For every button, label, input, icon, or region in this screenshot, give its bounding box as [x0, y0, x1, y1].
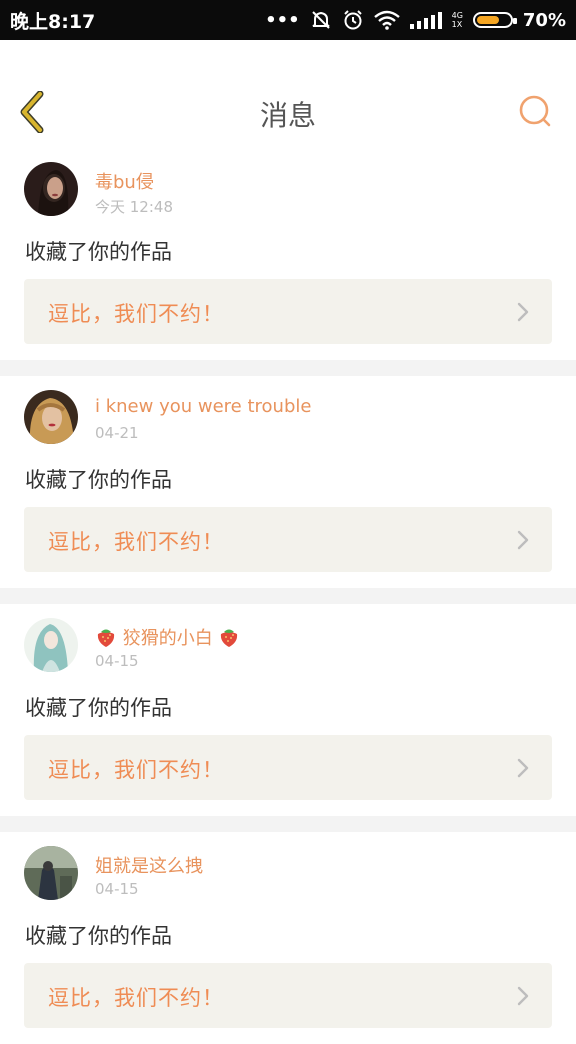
- message-time: 04-15: [95, 880, 139, 898]
- battery-level: [476, 16, 499, 24]
- avatar[interactable]: [24, 390, 78, 444]
- search-button[interactable]: [518, 94, 554, 130]
- work-title: 逗比，我们不约！: [48, 302, 224, 326]
- header: 消息: [0, 40, 576, 188]
- avatar[interactable]: [24, 162, 78, 216]
- list-item: 毒bu侵 今天 12:48 收藏了你的作品 逗比，我们不约！: [0, 148, 576, 360]
- battery-icon: [472, 12, 517, 28]
- message-time: 04-21: [95, 424, 139, 442]
- message-action: 收藏了你的作品: [25, 468, 172, 492]
- message-time: 今天 12:48: [95, 198, 173, 216]
- message-action: 收藏了你的作品: [25, 696, 172, 720]
- list-separator: [0, 816, 576, 832]
- list-separator: [0, 360, 576, 376]
- avatar[interactable]: [24, 846, 78, 900]
- message-time: 04-15: [95, 652, 139, 670]
- chevron-right-icon: [517, 530, 529, 550]
- battery-percent: 70%: [522, 9, 566, 31]
- work-card[interactable]: 逗比，我们不约！: [24, 963, 552, 1028]
- strawberry-icon: [97, 629, 115, 647]
- page-title: 消息: [259, 99, 316, 132]
- user-name[interactable]: 姐就是这么拽: [95, 852, 203, 878]
- signal-icon: [409, 11, 442, 29]
- chevron-right-icon: [517, 986, 529, 1006]
- search-icon: [519, 95, 551, 127]
- work-card[interactable]: 逗比，我们不约！: [24, 507, 552, 572]
- work-card[interactable]: 逗比，我们不约！: [24, 735, 552, 800]
- status-bar: 晚上8:17 ••• 4G 1X 70%: [0, 0, 576, 40]
- user-name[interactable]: 毒bu侵: [95, 168, 154, 194]
- mute-bell-icon: [310, 9, 332, 31]
- network-type: 4G 1X: [451, 11, 463, 29]
- chevron-right-icon: [517, 758, 529, 778]
- work-title: 逗比，我们不约！: [48, 530, 224, 554]
- alarm-icon: [342, 9, 364, 31]
- list-separator: [0, 588, 576, 604]
- work-title: 逗比，我们不约！: [48, 986, 224, 1010]
- wifi-icon: [373, 10, 400, 30]
- status-icons: ••• 4G 1X 70%: [265, 9, 566, 31]
- user-name-text: 狡猾的小白: [122, 628, 213, 649]
- message-list: 毒bu侵 今天 12:48 收藏了你的作品 逗比，我们不约！ i knew yo…: [0, 148, 576, 1044]
- user-name[interactable]: 狡猾的小白: [95, 624, 240, 650]
- work-card[interactable]: 逗比，我们不约！: [24, 279, 552, 344]
- avatar[interactable]: [24, 618, 78, 672]
- status-time: 晚上8:17: [10, 10, 96, 33]
- message-action: 收藏了你的作品: [25, 924, 172, 948]
- list-item: i knew you were trouble 04-21 收藏了你的作品 逗比…: [0, 376, 576, 588]
- more-dots: •••: [265, 9, 300, 31]
- chevron-right-icon: [517, 302, 529, 322]
- list-item: 狡猾的小白 04-15 收藏了你的作品 逗比，我们不约！: [0, 604, 576, 816]
- work-title: 逗比，我们不约！: [48, 758, 224, 782]
- list-item: 姐就是这么拽 04-15 收藏了你的作品 逗比，我们不约！: [0, 832, 576, 1044]
- user-name[interactable]: i knew you were trouble: [95, 396, 311, 417]
- battery-cap: [512, 18, 517, 24]
- strawberry-icon: [221, 629, 238, 647]
- message-action: 收藏了你的作品: [25, 240, 172, 264]
